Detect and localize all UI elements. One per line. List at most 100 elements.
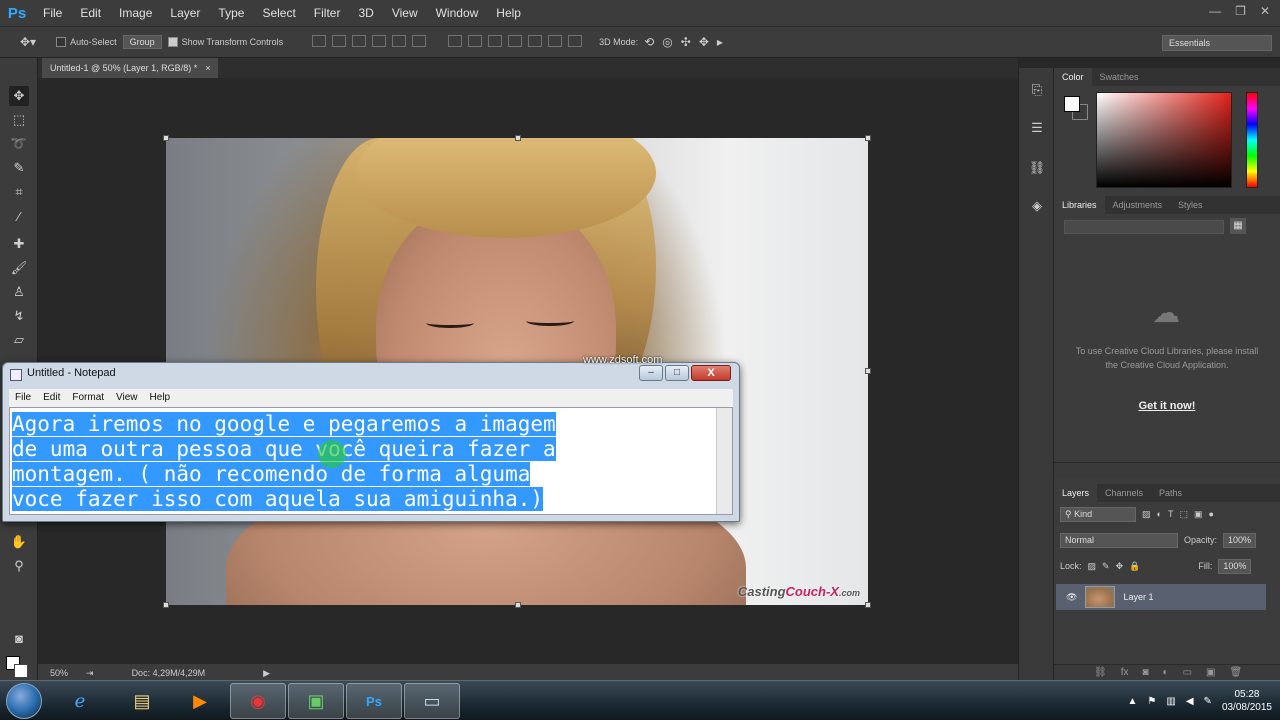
close-button[interactable]: ✕: [1260, 4, 1270, 18]
history-brush-tool-icon[interactable]: ↯: [9, 306, 29, 326]
library-dropdown[interactable]: [1064, 220, 1224, 234]
menu-view[interactable]: View: [383, 0, 427, 26]
distribute-hcenter-icon[interactable]: [528, 35, 543, 47]
fill-input[interactable]: 100%: [1218, 558, 1252, 574]
tab-adjustments[interactable]: Adjustments: [1105, 196, 1171, 214]
pen-icon[interactable]: ✎: [1204, 696, 1212, 707]
network-icon[interactable]: ▥: [1166, 696, 1175, 707]
minimize-button[interactable]: —: [1209, 4, 1221, 18]
eye-visibility-icon[interactable]: 👁: [1066, 592, 1077, 603]
share-icon[interactable]: ⇥: [86, 668, 94, 679]
notepad-menu-format[interactable]: Format: [66, 389, 110, 407]
quick-select-tool-icon[interactable]: ✎: [9, 158, 29, 178]
eraser-tool-icon[interactable]: ▱: [9, 330, 29, 350]
tab-channels[interactable]: Channels: [1097, 484, 1151, 502]
filter-toggle-icon[interactable]: ●: [1208, 509, 1213, 519]
healing-brush-tool-icon[interactable]: ✚: [9, 234, 29, 254]
media-player-icon[interactable]: ▶: [172, 683, 228, 719]
menu-help[interactable]: Help: [487, 0, 530, 26]
menu-image[interactable]: Image: [110, 0, 161, 26]
menu-layer[interactable]: Layer: [161, 0, 209, 26]
align-vcenter-icon[interactable]: [332, 35, 347, 47]
background-color-swatch[interactable]: [14, 664, 28, 678]
filter-smart-icon[interactable]: ▣: [1194, 509, 1203, 520]
adjustment-layer-icon[interactable]: ◐: [1163, 667, 1169, 678]
restore-button[interactable]: ❐: [1235, 4, 1246, 18]
transform-handle-br[interactable]: [865, 602, 871, 608]
clone-stamp-tool-icon[interactable]: ♙: [9, 282, 29, 302]
chrome-icon[interactable]: ◉: [230, 683, 286, 719]
transform-handle-tr[interactable]: [865, 135, 871, 141]
hue-slider[interactable]: [1246, 92, 1258, 188]
notepad-window[interactable]: www.zdsoft.com Untitled - Notepad – □ X …: [2, 354, 740, 522]
notepad-minimize-button[interactable]: –: [639, 365, 663, 381]
notepad-menu-edit[interactable]: Edit: [37, 389, 66, 407]
blend-mode-select[interactable]: Normal: [1060, 532, 1178, 548]
photoshop-taskbar-icon[interactable]: Ps: [346, 683, 402, 719]
kind-filter-select[interactable]: ⚲ Kind: [1060, 506, 1136, 522]
document-tab[interactable]: Untitled-1 @ 50% (Layer 1, RGB/8) * ×: [42, 58, 219, 78]
distribute-top-icon[interactable]: [448, 35, 463, 47]
filter-type-icon[interactable]: T: [1168, 509, 1174, 519]
menu-type[interactable]: Type: [209, 0, 253, 26]
start-button[interactable]: [6, 683, 42, 719]
add-mask-icon[interactable]: ◙: [1142, 667, 1148, 678]
clock[interactable]: 05:28 03/08/2015: [1222, 688, 1272, 714]
notepad-menu-view[interactable]: View: [110, 389, 144, 407]
lasso-tool-icon[interactable]: ➰: [9, 134, 29, 154]
camtasia-icon[interactable]: ▣: [288, 683, 344, 719]
menu-edit[interactable]: Edit: [71, 0, 110, 26]
tab-swatches[interactable]: Swatches: [1092, 68, 1147, 86]
trash-icon[interactable]: 🗑: [1229, 667, 1242, 678]
volume-icon[interactable]: ◀: [1186, 696, 1194, 707]
transform-handle-bl[interactable]: [163, 602, 169, 608]
lock-position-icon[interactable]: ✥: [1116, 561, 1124, 572]
hand-tool-icon[interactable]: ✋: [9, 532, 29, 552]
filter-pixel-icon[interactable]: ▨: [1142, 509, 1151, 520]
zoom-tool-icon[interactable]: ⚲: [9, 556, 29, 576]
lock-transparent-icon[interactable]: ▨: [1088, 561, 1097, 572]
align-left-icon[interactable]: [372, 35, 387, 47]
tab-styles[interactable]: Styles: [1170, 196, 1211, 214]
3d-drag-icon[interactable]: ✣: [681, 35, 699, 49]
notepad-menu-file[interactable]: File: [9, 389, 37, 407]
distribute-vcenter-icon[interactable]: [468, 35, 483, 47]
link-layers-icon[interactable]: ⛓: [1094, 667, 1107, 678]
distribute-bottom-icon[interactable]: [488, 35, 503, 47]
new-layer-icon[interactable]: ▣: [1206, 667, 1215, 678]
brush-tool-icon[interactable]: 🖌: [9, 258, 29, 278]
auto-select-checkbox[interactable]: Auto-Select: [56, 37, 117, 48]
auto-align-icon[interactable]: [568, 35, 583, 47]
get-it-now-link[interactable]: Get it now!: [1054, 400, 1280, 412]
transform-handle-r[interactable]: [865, 368, 871, 374]
align-hcenter-icon[interactable]: [392, 35, 407, 47]
lock-pixels-icon[interactable]: ✎: [1102, 561, 1110, 572]
layer-name[interactable]: Layer 1: [1123, 592, 1153, 602]
flag-icon[interactable]: ⚑: [1147, 696, 1156, 707]
fx-icon[interactable]: fx: [1121, 667, 1129, 678]
transform-handle-tl[interactable]: [163, 135, 169, 141]
notepad-scrollbar[interactable]: [716, 408, 732, 514]
properties-panel-icon[interactable]: ☰: [1027, 118, 1047, 138]
menu-file[interactable]: File: [34, 0, 71, 26]
menu-window[interactable]: Window: [427, 0, 488, 26]
tray-arrow-icon[interactable]: ▲: [1128, 696, 1138, 707]
file-explorer-icon[interactable]: ▤: [114, 683, 170, 719]
eyedropper-tool-icon[interactable]: ⁄: [9, 206, 29, 226]
grid-view-icon[interactable]: ▦: [1230, 218, 1246, 234]
notepad-maximize-button[interactable]: □: [665, 365, 689, 381]
color-panel-foreground-swatch[interactable]: [1064, 96, 1080, 112]
workspace-select[interactable]: Essentials: [1162, 35, 1272, 51]
opacity-input[interactable]: 100%: [1223, 532, 1257, 548]
history-panel-icon[interactable]: ⎘: [1027, 80, 1047, 100]
3d-panel-icon[interactable]: ◈: [1027, 196, 1047, 216]
transform-handle-t[interactable]: [515, 135, 521, 141]
tab-paths[interactable]: Paths: [1151, 484, 1190, 502]
tab-close-icon[interactable]: ×: [205, 58, 210, 78]
align-bottom-icon[interactable]: [352, 35, 367, 47]
notepad-text-area[interactable]: Agora iremos no google e pegaremos a ima…: [9, 407, 733, 515]
3d-rotate-icon[interactable]: ⟲: [644, 35, 662, 49]
show-transform-checkbox[interactable]: Show Transform Controls: [167, 37, 283, 48]
notepad-close-button[interactable]: X: [691, 365, 731, 381]
lock-all-icon[interactable]: 🔒: [1129, 561, 1140, 572]
